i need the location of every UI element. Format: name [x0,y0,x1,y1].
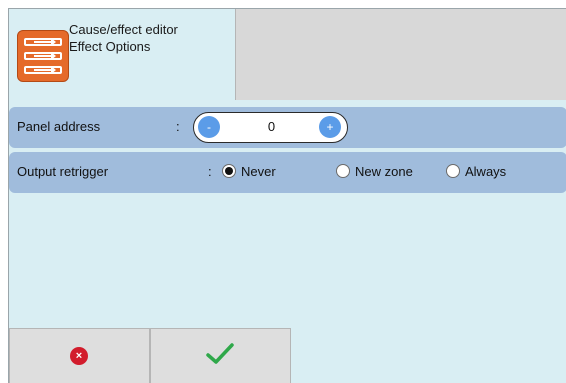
radio-always[interactable]: Always [446,161,526,183]
effect-options-window: Cause/effect editor Effect Options Panel… [8,8,566,383]
panel-address-colon: : [176,119,180,134]
panel-address-label: Panel address [17,119,101,134]
output-retrigger-colon: : [208,164,212,179]
decrement-button[interactable]: - [198,116,220,138]
radio-always-circle[interactable] [446,164,460,178]
confirm-button[interactable] [150,328,291,383]
header-blank-panel [235,9,566,100]
radio-always-label: Always [465,164,507,179]
radio-never-circle[interactable] [222,164,236,178]
window-title: Cause/effect editor [69,22,178,37]
cancel-button[interactable]: × [9,328,150,383]
radio-new-zone[interactable]: New zone [336,161,426,183]
checkmark-icon [206,343,234,364]
radio-never-label: Never [241,164,276,179]
panel-address-row: Panel address : - 0 + [9,107,566,148]
increment-button[interactable]: + [319,116,341,138]
window-subtitle: Effect Options [69,39,151,54]
radio-new-zone-circle[interactable] [336,164,350,178]
cancel-icon: × [70,347,88,365]
output-retrigger-row: Output retrigger : Never New zone Always [9,152,566,193]
radio-never[interactable]: Never [222,161,292,183]
panel-address-value: 0 [267,119,276,134]
radio-new-zone-label: New zone [355,164,413,179]
output-retrigger-label: Output retrigger [17,164,109,179]
cause-effect-editor-icon [17,30,69,82]
panel-address-stepper[interactable]: - 0 + [193,112,348,143]
